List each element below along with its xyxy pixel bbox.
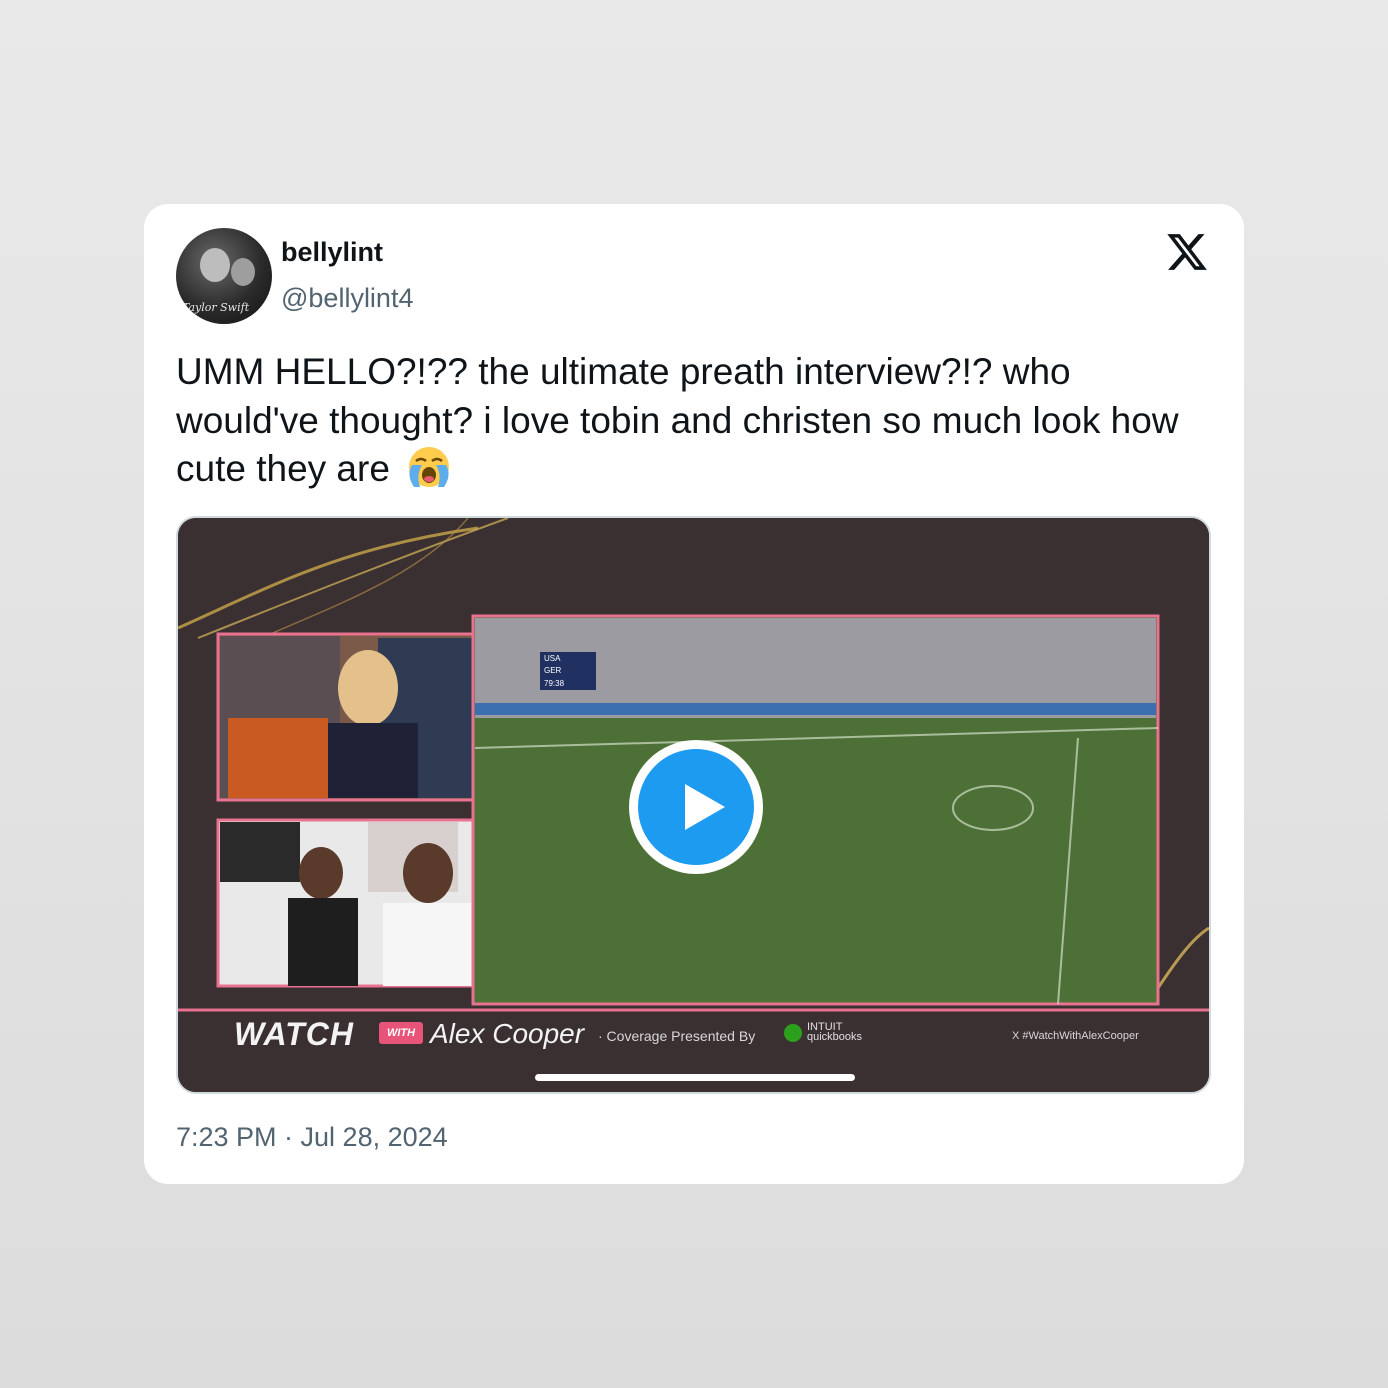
video-scrubber[interactable] (535, 1074, 855, 1081)
video-player[interactable]: USA GER 79:38 WATCH WITH Alex Cooper · C… (176, 516, 1211, 1094)
play-button[interactable] (629, 740, 763, 874)
overlay-watch: WATCH (234, 1016, 354, 1052)
score-clock: 79:38 (544, 679, 565, 688)
x-logo-icon[interactable] (1164, 230, 1210, 274)
sponsor-bottom: quickbooks (807, 1031, 863, 1043)
overlay-with: WITH (379, 1022, 423, 1044)
avatar[interactable]: Taylor Swift (176, 228, 272, 324)
avatar-face (231, 258, 255, 286)
tweet-timestamp[interactable]: 7:23 PM · Jul 28, 2024 (176, 1122, 448, 1153)
tweet-body: UMM HELLO?!?? the ultimate preath interv… (176, 351, 1179, 489)
quickbooks-logo-icon (784, 1024, 802, 1042)
overlay-coverage: · Coverage Presented By (598, 1028, 756, 1044)
play-icon (685, 784, 725, 830)
avatar-face (200, 248, 230, 282)
score-team1: USA (544, 654, 561, 663)
overlay-hashtag: X #WatchWithAlexCooper (1012, 1030, 1139, 1042)
tweet-text: UMM HELLO?!?? the ultimate preath interv… (176, 348, 1206, 494)
overlay-sponsor: INTUIT quickbooks (807, 1022, 863, 1043)
video-overlay-bar: WATCH WITH Alex Cooper · Coverage Presen… (178, 1006, 1209, 1066)
avatar-signature: Taylor Swift (182, 301, 250, 314)
play-button-circle (638, 749, 754, 865)
crying-face-icon (409, 447, 450, 487)
user-handle[interactable]: @bellylint4 (281, 283, 413, 314)
score-team2: GER (544, 666, 562, 675)
overlay-host: Alex Cooper (430, 1018, 585, 1049)
tweet-card: Taylor Swift bellylint @bellylint4 UMM H… (144, 204, 1244, 1184)
display-name[interactable]: bellylint (281, 237, 383, 268)
